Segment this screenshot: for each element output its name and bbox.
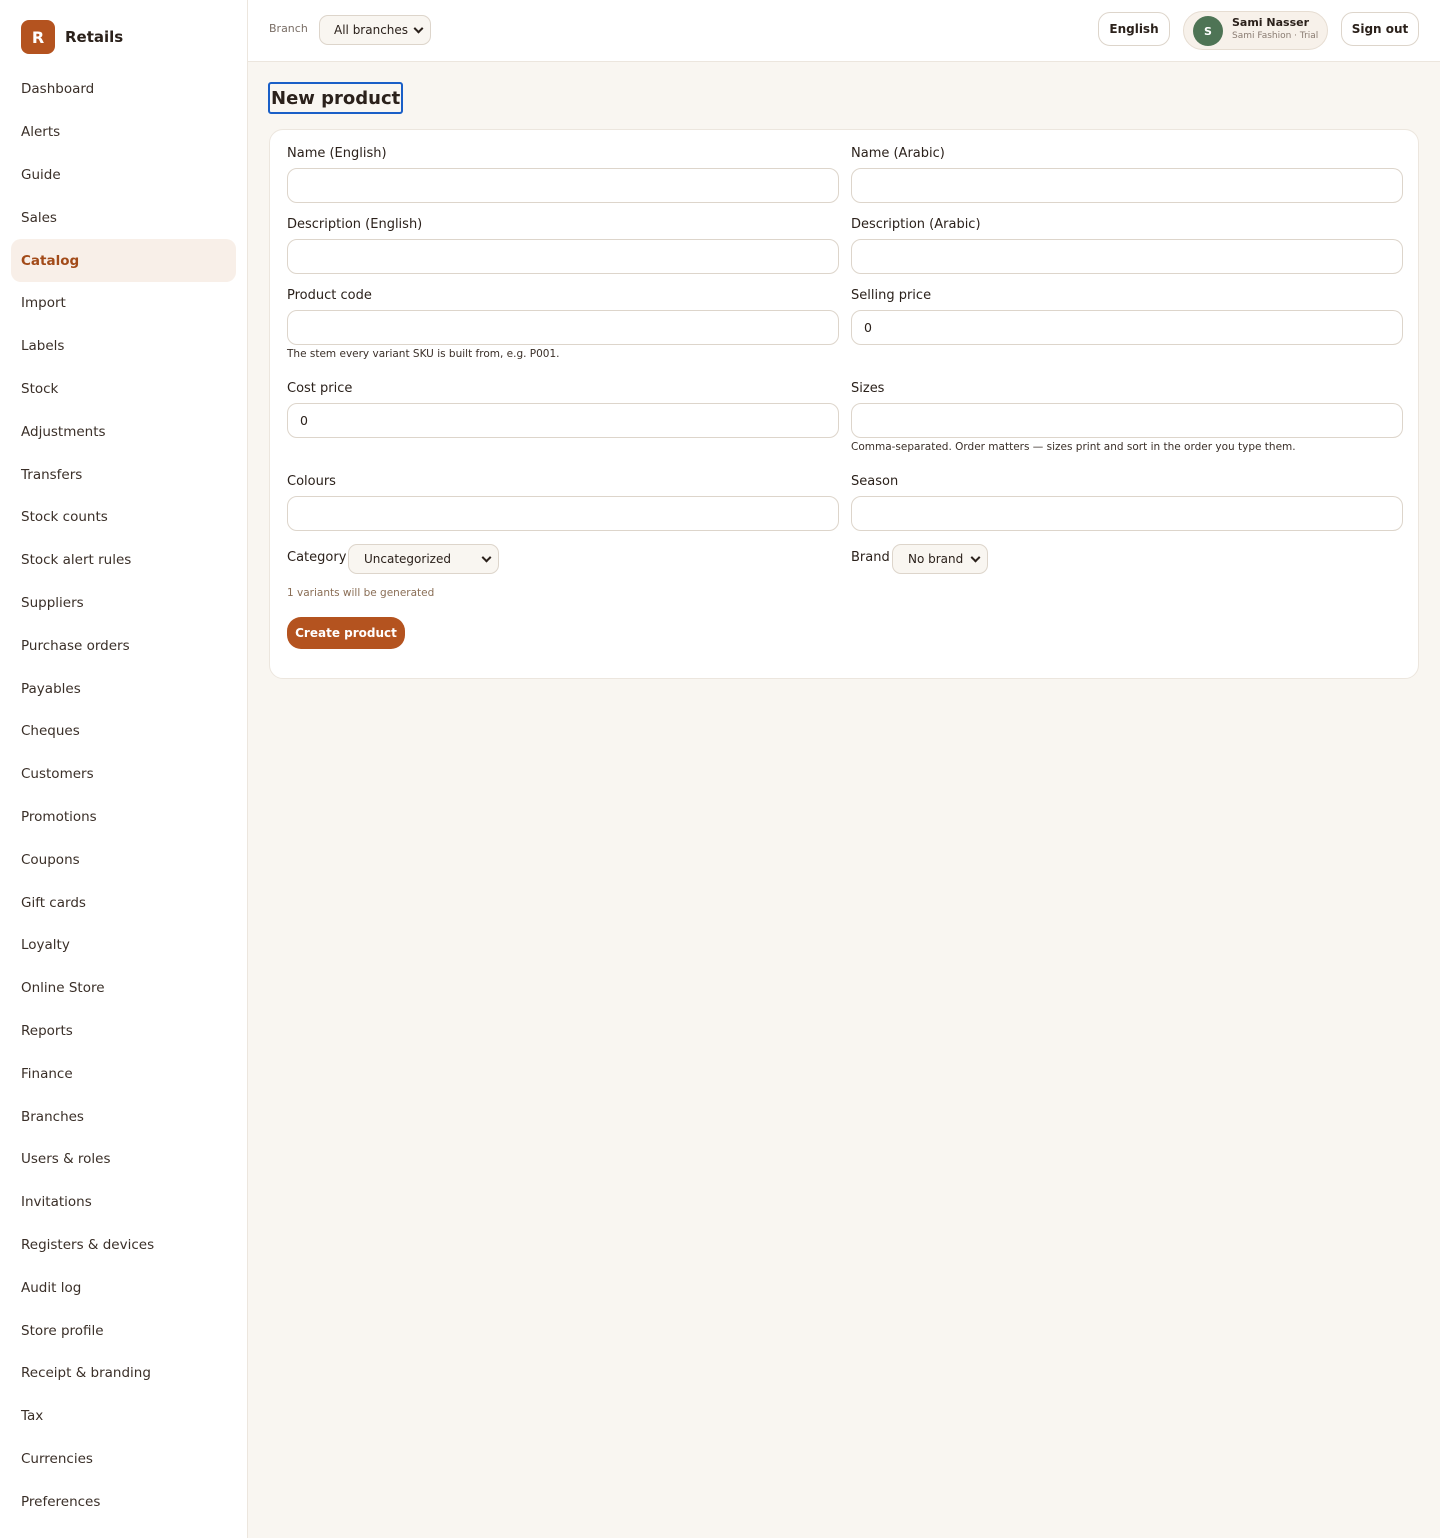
sidebar-item-transfers[interactable]: Transfers [11, 453, 236, 496]
user-name: Sami Nasser [1232, 16, 1310, 29]
sidebar-item-cheques[interactable]: Cheques [11, 710, 236, 753]
branch-select[interactable]: All branches [319, 15, 431, 45]
brand-logo: R [21, 20, 55, 54]
branch-label: Branch [269, 22, 308, 35]
sidebar-item-loyalty[interactable]: Loyalty [11, 924, 236, 967]
variants-count-note: 1 variants will be generated [287, 587, 435, 599]
description-english-input[interactable] [287, 239, 839, 274]
sidebar-item-customers[interactable]: Customers [11, 753, 236, 796]
sidebar-item-reports[interactable]: Reports [11, 1010, 236, 1053]
sidebar-item-guide[interactable]: Guide [11, 154, 236, 197]
language-button[interactable]: English [1098, 12, 1170, 46]
sidebar-item-payables[interactable]: Payables [11, 667, 236, 710]
colours-input[interactable] [287, 496, 839, 531]
chevron-down-icon [481, 552, 492, 563]
sidebar-item-store-profile[interactable]: Store profile [11, 1309, 236, 1352]
sidebar-item-purchase-orders[interactable]: Purchase orders [11, 624, 236, 667]
colours-label: Colours [287, 474, 336, 489]
sidebar-item-coupons[interactable]: Coupons [11, 838, 236, 881]
brand-select[interactable]: No brand [892, 544, 988, 574]
cost-price-input[interactable]: 0 [287, 403, 839, 438]
sidebar-item-labels[interactable]: Labels [11, 325, 236, 368]
user-subtitle: Sami Fashion · Trial [1232, 31, 1319, 41]
sizes-label: Sizes [851, 381, 885, 396]
sidebar-item-promotions[interactable]: Promotions [11, 796, 236, 839]
sidebar: R Retails Dashboard Alerts Guide Sales Catal… [0, 0, 248, 1538]
product-code-label: Product code [287, 288, 372, 303]
sidebar-item-receipt-and-branding[interactable]: Receipt & branding [11, 1352, 236, 1395]
description-arabic-label: Description (Arabic) [851, 217, 981, 232]
sidebar-item-alerts[interactable]: Alerts [11, 111, 236, 154]
selling-price-label: Selling price [851, 288, 932, 303]
sidebar-item-import[interactable]: Import [11, 282, 236, 325]
chevron-down-icon [413, 23, 424, 34]
sidebar-item-dashboard[interactable]: Dashboard [11, 68, 236, 111]
sign-out-button[interactable]: Sign out [1341, 12, 1419, 46]
cost-price-label: Cost price [287, 381, 353, 396]
brand-select-value: No brand [908, 552, 964, 566]
user-menu[interactable]: S Sami Nasser Sami Fashion · Trial [1183, 11, 1328, 50]
name-arabic-input[interactable] [851, 168, 1403, 203]
product-form: Name (English) Name (Arabic) Description… [269, 129, 1419, 679]
sidebar-item-sales[interactable]: Sales [11, 196, 236, 239]
avatar: S [1193, 16, 1223, 46]
description-english-label: Description (English) [287, 217, 423, 232]
product-code-hint: The stem every variant SKU is built from… [287, 348, 560, 360]
sidebar-item-finance[interactable]: Finance [11, 1052, 236, 1095]
sidebar-item-preferences[interactable]: Preferences [11, 1480, 236, 1523]
sidebar-item-tax[interactable]: Tax [11, 1395, 236, 1438]
sidebar-item-branches[interactable]: Branches [11, 1095, 236, 1138]
selling-price-input[interactable]: 0 [851, 310, 1403, 345]
sidebar-item-gift-cards[interactable]: Gift cards [11, 881, 236, 924]
branch-select-value: All branches [334, 23, 409, 37]
name-english-input[interactable] [287, 168, 839, 203]
product-code-input[interactable] [287, 310, 839, 345]
name-english-label: Name (English) [287, 146, 387, 161]
sidebar-item-adjustments[interactable]: Adjustments [11, 410, 236, 453]
name-arabic-label: Name (Arabic) [851, 146, 945, 161]
sidebar-item-suppliers[interactable]: Suppliers [11, 582, 236, 625]
top-bar: Branch All branches English S Sami Nasse… [248, 0, 1440, 62]
create-product-button[interactable]: Create product [287, 617, 405, 649]
sidebar-item-stock-alert-rules[interactable]: Stock alert rules [11, 539, 236, 582]
sidebar-item-audit-log[interactable]: Audit log [11, 1266, 236, 1309]
page-title: New product [268, 82, 404, 114]
category-select-value: Uncategorized [364, 552, 451, 566]
sizes-hint: Comma-separated. Order matters — sizes p… [851, 441, 1296, 453]
sidebar-item-stock[interactable]: Stock [11, 368, 236, 411]
sidebar-item-registers-and-devices[interactable]: Registers & devices [11, 1224, 236, 1267]
brand-name: Retails [65, 28, 124, 46]
sidebar-nav: Dashboard Alerts Guide Sales Catalog Import La… [11, 68, 236, 1523]
brand-label: Brand [851, 550, 890, 565]
season-input[interactable] [851, 496, 1403, 531]
sidebar-item-online-store[interactable]: Online Store [11, 967, 236, 1010]
brand[interactable]: R Retails [21, 20, 123, 54]
sizes-input[interactable] [851, 403, 1403, 438]
category-label: Category [287, 550, 347, 565]
sidebar-item-stock-counts[interactable]: Stock counts [11, 496, 236, 539]
description-arabic-input[interactable] [851, 239, 1403, 274]
sidebar-item-catalog[interactable]: Catalog [11, 239, 236, 282]
chevron-down-icon [970, 552, 981, 563]
category-select[interactable]: Uncategorized [348, 544, 499, 574]
sidebar-item-currencies[interactable]: Currencies [11, 1438, 236, 1481]
season-label: Season [851, 474, 899, 489]
sidebar-item-users-and-roles[interactable]: Users & roles [11, 1138, 236, 1181]
sidebar-item-invitations[interactable]: Invitations [11, 1181, 236, 1224]
